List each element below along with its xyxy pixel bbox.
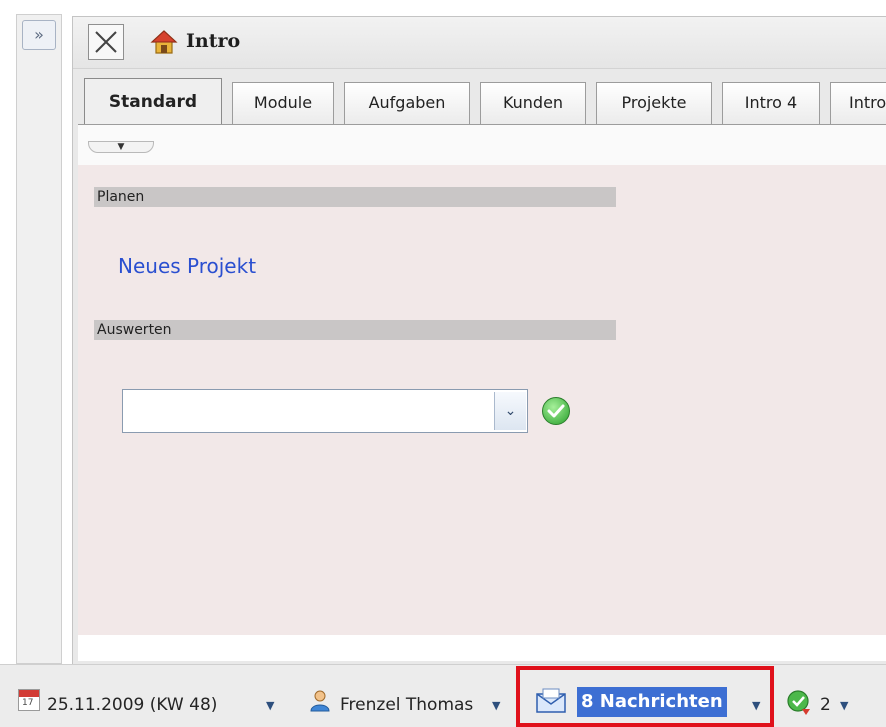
messages-dropdown-arrow[interactable]: ▼: [752, 699, 760, 712]
status-user[interactable]: Frenzel Thomas: [340, 695, 473, 715]
collapsed-sidebar: [16, 14, 62, 664]
chevron-down-icon: ⌄: [504, 403, 517, 419]
tab-projekte[interactable]: Projekte: [596, 82, 712, 124]
close-icon: [95, 31, 117, 53]
refresh-icon: [787, 690, 810, 715]
section-header-planen: Planen: [94, 187, 616, 207]
calendar-day: 17: [22, 698, 34, 708]
report-select[interactable]: [122, 389, 528, 433]
tab-intro-4[interactable]: Intro 4: [722, 82, 820, 124]
confirm-button[interactable]: [542, 397, 570, 425]
expand-icon: »: [34, 25, 44, 44]
tab-standard[interactable]: Standard: [84, 78, 222, 125]
report-select-arrow[interactable]: ⌄: [494, 392, 526, 430]
tab-intro-overflow[interactable]: Intro: [830, 82, 886, 124]
window-title: Intro: [186, 30, 241, 52]
collapse-toggle[interactable]: ▼: [88, 141, 154, 153]
checkmark-icon: [547, 404, 565, 418]
user-icon: [310, 690, 330, 712]
date-dropdown-arrow[interactable]: ▼: [266, 699, 274, 712]
chevron-down-icon: ▼: [117, 142, 125, 152]
content-footer: [78, 635, 886, 661]
new-project-link[interactable]: Neues Projekt: [118, 254, 256, 278]
tab-aufgaben[interactable]: Aufgaben: [344, 82, 470, 124]
status-date[interactable]: 25.11.2009 (KW 48): [47, 695, 217, 715]
sync-dropdown-arrow[interactable]: ▼: [840, 699, 848, 712]
calendar-icon: 17: [18, 689, 40, 711]
status-sync-count[interactable]: 2: [820, 695, 831, 715]
close-button[interactable]: [88, 24, 124, 60]
status-messages[interactable]: 8 Nachrichten: [577, 687, 727, 717]
section-header-auswerten: Auswerten: [94, 320, 616, 340]
user-dropdown-arrow[interactable]: ▼: [492, 699, 500, 712]
home-icon: [150, 30, 178, 54]
mail-icon: [536, 688, 566, 713]
tab-module[interactable]: Module: [232, 82, 334, 124]
expand-sidebar-button[interactable]: »: [22, 20, 56, 50]
content-toolbar-strip: [78, 125, 886, 165]
tab-kunden[interactable]: Kunden: [480, 82, 586, 124]
